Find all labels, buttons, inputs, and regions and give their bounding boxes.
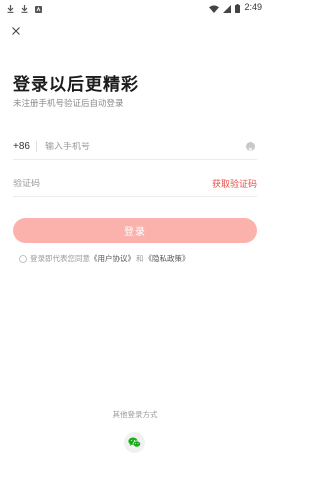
download-icon bbox=[21, 0, 28, 17]
divider bbox=[36, 141, 37, 152]
status-bar: 2:49 bbox=[0, 0, 270, 14]
close-button[interactable] bbox=[9, 22, 23, 36]
status-time: 2:49 bbox=[244, 2, 262, 12]
agreement-row: 登录即代表您同意 《用户协议》 和 《隐私政策》 bbox=[19, 253, 190, 264]
phone-input[interactable] bbox=[45, 141, 246, 152]
wechat-icon bbox=[128, 433, 141, 452]
page-subtitle: 未注册手机号验证后自动登录 bbox=[13, 99, 124, 109]
login-button[interactable]: 登录 bbox=[13, 218, 257, 243]
verification-code-input[interactable] bbox=[13, 178, 212, 189]
agreement-checkbox[interactable] bbox=[19, 254, 27, 263]
battery-icon bbox=[235, 0, 241, 17]
verification-code-row: 获取验证码 bbox=[13, 171, 257, 197]
other-login-label: 其他登录方式 bbox=[112, 410, 158, 419]
agreement-conjunction: 和 bbox=[136, 254, 144, 263]
app-notification-icon bbox=[35, 0, 42, 17]
status-left-icons bbox=[7, 0, 42, 17]
wifi-icon bbox=[209, 0, 220, 17]
clear-button[interactable] bbox=[246, 142, 255, 152]
privacy-policy-link[interactable]: 《隐私政策》 bbox=[145, 253, 190, 264]
status-right-icons: 2:49 bbox=[209, 0, 262, 17]
page-title: 登录以后更精彩 bbox=[13, 75, 139, 95]
country-code[interactable]: +86 bbox=[13, 141, 33, 152]
get-code-button[interactable]: 获取验证码 bbox=[212, 177, 257, 190]
agreement-prefix: 登录即代表您同意 bbox=[30, 254, 90, 263]
close-icon bbox=[12, 20, 20, 39]
download-icon bbox=[7, 0, 14, 17]
user-agreement-link[interactable]: 《用户协议》 bbox=[90, 253, 135, 264]
wechat-login-button[interactable] bbox=[124, 432, 145, 453]
phone-row: +86 bbox=[13, 134, 257, 160]
signal-icon bbox=[223, 0, 232, 17]
clear-icon bbox=[248, 137, 253, 156]
